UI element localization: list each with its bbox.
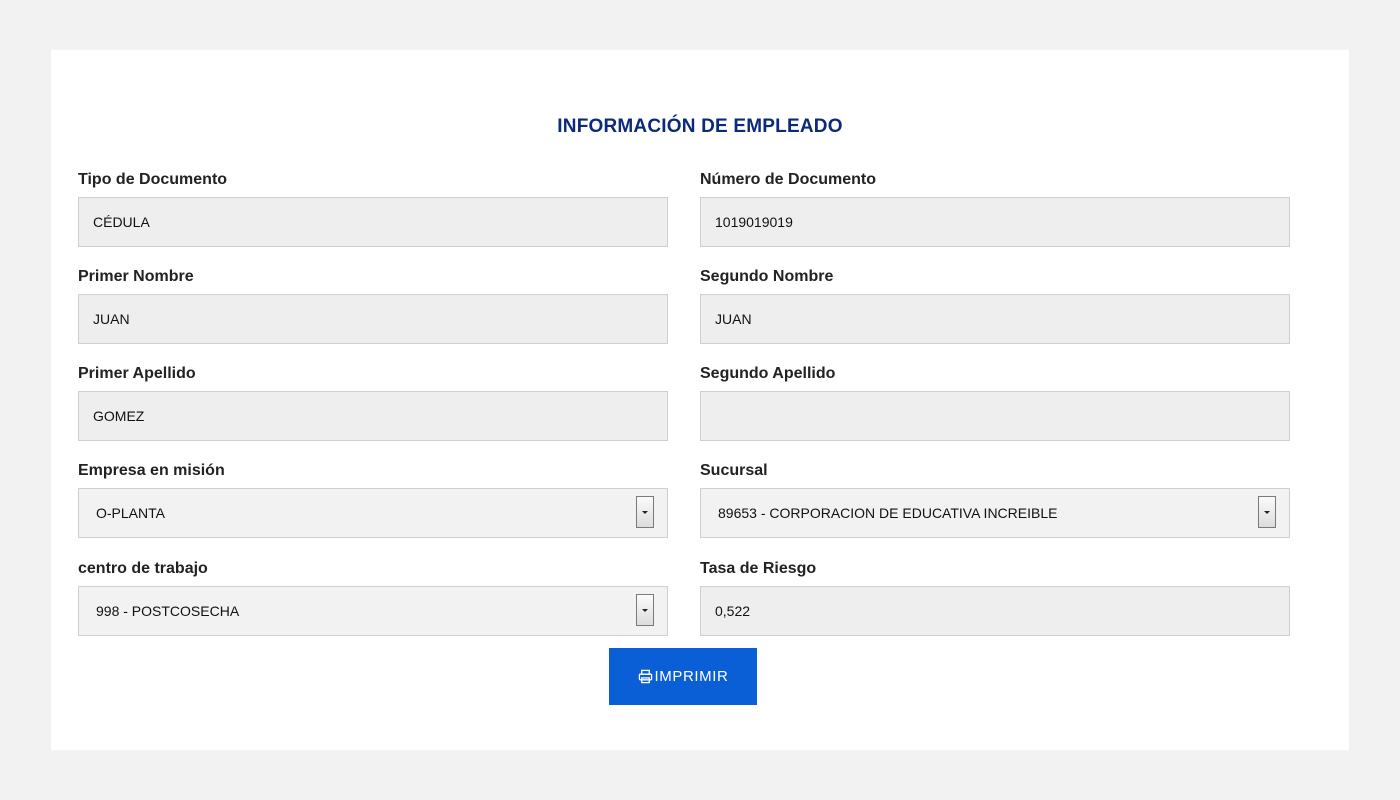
empresa-mision-value: O-PLANTA (96, 505, 165, 521)
numero-documento-label: Número de Documento (700, 171, 877, 188)
tipo-documento-group: Tipo de Documento CÉDULA (78, 170, 668, 247)
employee-info-card: INFORMACIÓN DE EMPLEADO Tipo de Document… (51, 50, 1349, 750)
segundo-apellido-label: Segundo Apellido (700, 365, 836, 382)
chevron-down-icon[interactable] (636, 496, 654, 528)
tasa-riesgo-group: Tasa de Riesgo 0,522 (700, 559, 1290, 636)
segundo-nombre-input[interactable]: JUAN (700, 294, 1290, 344)
primer-apellido-label: Primer Apellido (78, 365, 196, 382)
segundo-nombre-value: JUAN (715, 311, 752, 327)
centro-trabajo-group: centro de trabajo 998 - POSTCOSECHA (78, 559, 668, 636)
chevron-down-icon[interactable] (1258, 496, 1276, 528)
printer-icon (638, 669, 652, 684)
segundo-apellido-input[interactable] (700, 391, 1290, 441)
centro-trabajo-select[interactable]: 998 - POSTCOSECHA (78, 586, 668, 636)
primer-apellido-group: Primer Apellido GOMEZ (78, 364, 668, 441)
sucursal-select[interactable]: 89653 - CORPORACION DE EDUCATIVA INCREIB… (700, 488, 1290, 538)
empresa-mision-label: Empresa en misión (78, 462, 225, 479)
sucursal-group: Sucursal 89653 - CORPORACION DE EDUCATIV… (700, 461, 1290, 538)
tipo-documento-input[interactable]: CÉDULA (78, 197, 668, 247)
centro-trabajo-value: 998 - POSTCOSECHA (96, 603, 240, 619)
tipo-documento-label: Tipo de Documento (78, 171, 228, 188)
tasa-riesgo-input[interactable]: 0,522 (700, 586, 1290, 636)
segundo-nombre-group: Segundo Nombre JUAN (700, 267, 1290, 344)
segundo-apellido-group: Segundo Apellido (700, 364, 1290, 441)
primer-apellido-value: GOMEZ (93, 408, 145, 424)
tasa-riesgo-label: Tasa de Riesgo (700, 560, 817, 577)
empresa-mision-group: Empresa en misión O-PLANTA (78, 461, 668, 538)
sucursal-label: Sucursal (700, 462, 768, 479)
primer-apellido-input[interactable]: GOMEZ (78, 391, 668, 441)
numero-documento-group: Número de Documento 1019019019 (700, 170, 1290, 247)
tasa-riesgo-value: 0,522 (715, 603, 751, 619)
primer-nombre-value: JUAN (93, 311, 130, 327)
print-button[interactable]: IMPRIMIR (609, 648, 757, 705)
empresa-mision-select[interactable]: O-PLANTA (78, 488, 668, 538)
numero-documento-value: 1019019019 (715, 214, 793, 230)
numero-documento-input[interactable]: 1019019019 (700, 197, 1290, 247)
sucursal-value: 89653 - CORPORACION DE EDUCATIVA INCREIB… (718, 505, 1058, 521)
primer-nombre-label: Primer Nombre (78, 268, 194, 285)
segundo-nombre-label: Segundo Nombre (700, 268, 834, 285)
page-title: INFORMACIÓN DE EMPLEADO (557, 116, 843, 137)
chevron-down-icon[interactable] (636, 594, 654, 626)
primer-nombre-group: Primer Nombre JUAN (78, 267, 668, 344)
primer-nombre-input[interactable]: JUAN (78, 294, 668, 344)
tipo-documento-value: CÉDULA (93, 214, 150, 230)
print-button-label: IMPRIMIR (654, 668, 729, 685)
centro-trabajo-label: centro de trabajo (78, 560, 208, 577)
